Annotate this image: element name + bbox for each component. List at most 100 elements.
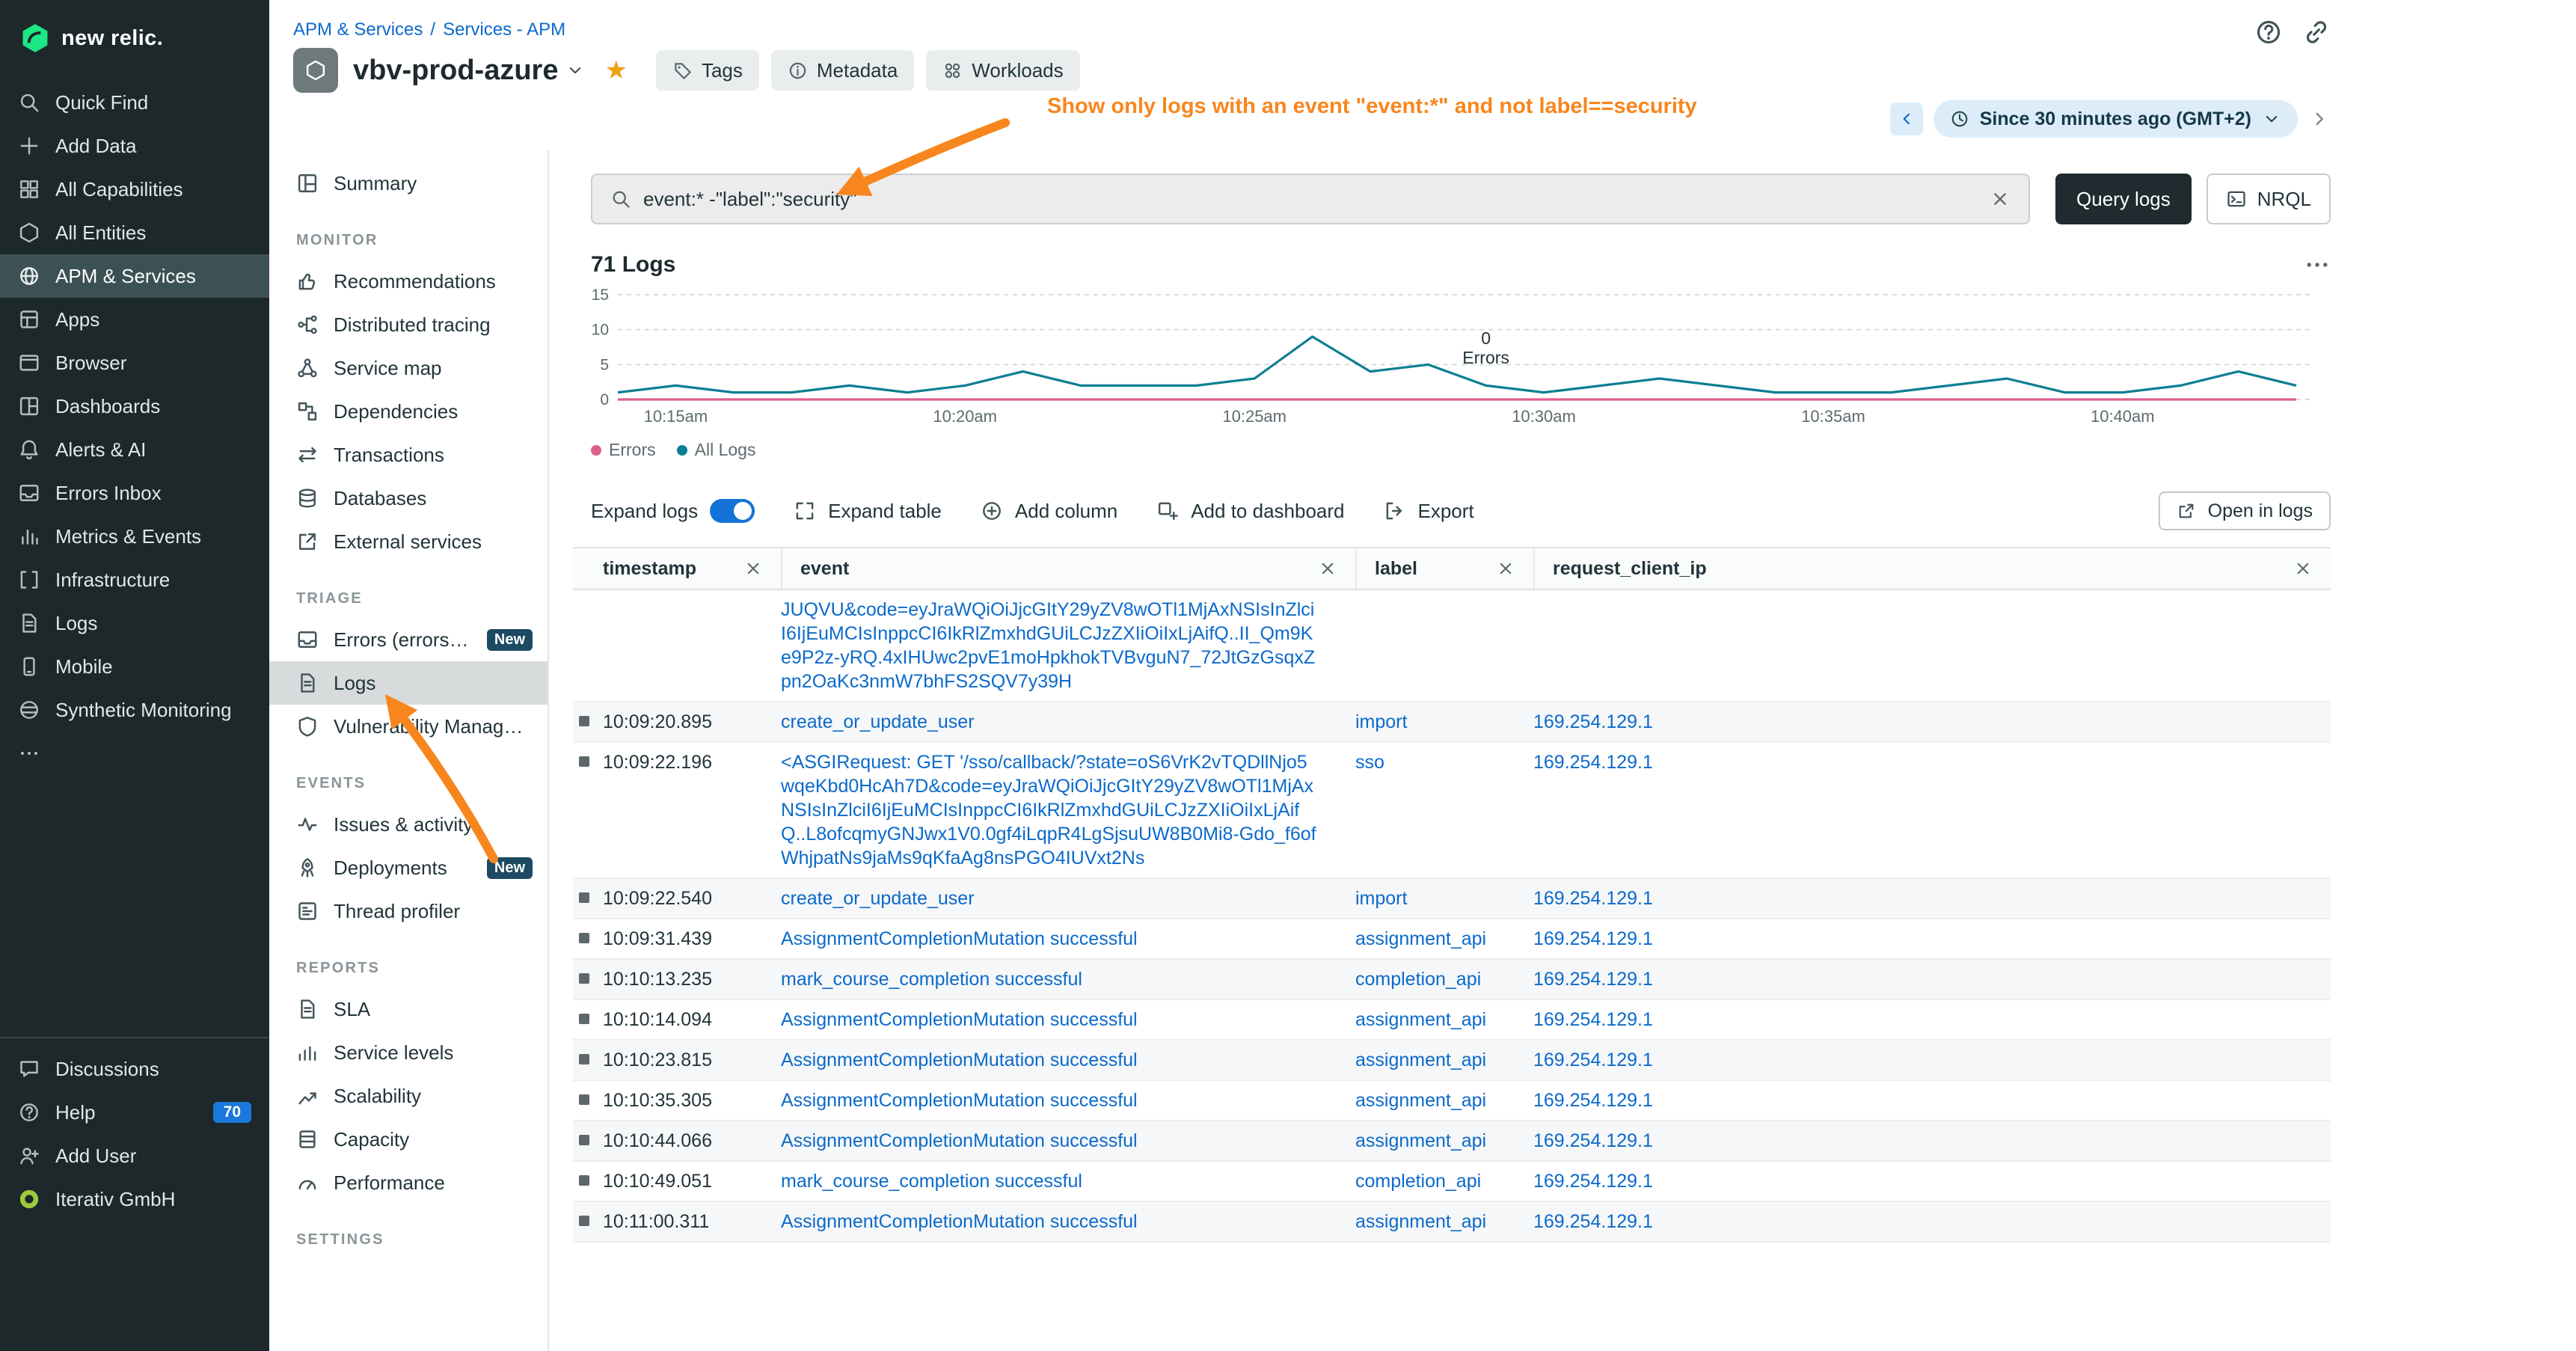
- log-ip-link[interactable]: 169.254.129.1: [1533, 1162, 2331, 1201]
- sidebar-footer-add-user[interactable]: Add User: [0, 1134, 269, 1177]
- row-select-handle[interactable]: [579, 1135, 589, 1145]
- log-label-link[interactable]: import: [1355, 879, 1533, 918]
- permalink-icon[interactable]: [2302, 18, 2331, 46]
- subnav-item-vulnerability-management[interactable]: Vulnerability Management: [269, 705, 548, 748]
- subnav-item-issues-activity[interactable]: Issues & activity: [269, 803, 548, 846]
- log-ip-link[interactable]: 169.254.129.1: [1533, 1000, 2331, 1039]
- row-select-handle[interactable]: [579, 1094, 589, 1105]
- sidebar-item-errors-inbox[interactable]: Errors Inbox: [0, 471, 269, 515]
- log-row-7[interactable]: 10:10:23.815AssignmentCompletionMutation…: [573, 1041, 2331, 1081]
- expand-table-button[interactable]: Expand table: [794, 500, 942, 523]
- sidebar-item-quick-find[interactable]: Quick Find: [0, 81, 269, 124]
- subnav-item-distributed-tracing[interactable]: Distributed tracing: [269, 303, 548, 346]
- log-row-2[interactable]: 10:09:22.196<ASGIRequest: GET '/sso/call…: [573, 743, 2331, 879]
- log-event-link[interactable]: AssignmentCompletionMutation successful: [781, 1041, 1355, 1079]
- log-ip-link[interactable]: 169.254.129.1: [1533, 702, 2331, 741]
- query-logs-button[interactable]: Query logs: [2055, 174, 2192, 224]
- sidebar-item-all-capabilities[interactable]: All Capabilities: [0, 168, 269, 211]
- sidebar-footer-help[interactable]: Help70: [0, 1091, 269, 1134]
- sidebar-item-browser[interactable]: Browser: [0, 341, 269, 385]
- entity-switcher-caret-icon[interactable]: [565, 61, 585, 80]
- tags-button[interactable]: Tags: [656, 50, 759, 91]
- log-label-link[interactable]: assignment_api: [1355, 1121, 1533, 1160]
- remove-column-request-client-ip-icon[interactable]: [2293, 559, 2313, 578]
- row-select-handle[interactable]: [579, 756, 589, 767]
- log-label-link[interactable]: completion_api: [1355, 1162, 1533, 1201]
- log-event-link[interactable]: AssignmentCompletionMutation successful: [781, 1202, 1355, 1241]
- sidebar-item-metrics-events[interactable]: Metrics & Events: [0, 515, 269, 558]
- remove-column-timestamp-icon[interactable]: [743, 559, 763, 578]
- sidebar-item-logs[interactable]: Logs: [0, 601, 269, 645]
- log-ip-link[interactable]: 169.254.129.1: [1533, 1121, 2331, 1160]
- sidebar-item-all-entities[interactable]: All Entities: [0, 211, 269, 254]
- breadcrumb-services-apm[interactable]: Services - APM: [443, 19, 565, 40]
- favorite-star-icon[interactable]: ★: [604, 58, 627, 83]
- subnav-item-deployments[interactable]: DeploymentsNew: [269, 846, 548, 889]
- log-ip-link[interactable]: 169.254.129.1: [1533, 879, 2331, 918]
- subnav-item-databases[interactable]: Databases: [269, 477, 548, 520]
- row-select-handle[interactable]: [579, 973, 589, 984]
- logs-query-input[interactable]: [643, 188, 1978, 211]
- add-column-button[interactable]: Add column: [981, 500, 1117, 523]
- subnav-item-recommendations[interactable]: Recommendations: [269, 260, 548, 303]
- subnav-item-service-map[interactable]: Service map: [269, 346, 548, 390]
- subnav-item-scalability[interactable]: Scalability: [269, 1074, 548, 1118]
- open-in-logs-button[interactable]: Open in logs: [2159, 491, 2331, 530]
- log-label-link[interactable]: completion_api: [1355, 960, 1533, 999]
- log-label-link[interactable]: assignment_api: [1355, 1000, 1533, 1039]
- add-to-dashboard-button[interactable]: Add to dashboard: [1156, 500, 1344, 523]
- sidebar-item-apm-services[interactable]: APM & Services: [0, 254, 269, 298]
- sidebar-item-infrastructure[interactable]: Infrastructure: [0, 558, 269, 601]
- row-select-handle[interactable]: [579, 716, 589, 726]
- log-ip-link[interactable]: 169.254.129.1: [1533, 1202, 2331, 1241]
- log-row-0[interactable]: JUQVU&code=eyJraWQiOiJjcGItY29yZV8wOTl1M…: [573, 590, 2331, 702]
- row-select-handle[interactable]: [579, 1175, 589, 1186]
- subnav-item-performance[interactable]: Performance: [269, 1161, 548, 1204]
- log-row-5[interactable]: 10:10:13.235mark_course_completion succe…: [573, 960, 2331, 1000]
- subnav-item-summary[interactable]: Summary: [269, 162, 548, 205]
- legend-all-logs[interactable]: All Logs: [677, 440, 756, 460]
- row-select-handle[interactable]: [579, 1216, 589, 1226]
- chevron-right-icon[interactable]: [2308, 108, 2331, 130]
- log-event-link[interactable]: mark_course_completion successful: [781, 1162, 1355, 1201]
- sidebar-item-synthetic-monitoring[interactable]: Synthetic Monitoring: [0, 688, 269, 732]
- log-row-6[interactable]: 10:10:14.094AssignmentCompletionMutation…: [573, 1000, 2331, 1041]
- export-button[interactable]: Export: [1384, 500, 1474, 523]
- subnav-item-errors-errors-inb[interactable]: Errors (errors inb...New: [269, 618, 548, 661]
- subnav-item-external-services[interactable]: External services: [269, 520, 548, 563]
- log-event-link[interactable]: mark_course_completion successful: [781, 960, 1355, 999]
- row-select-handle[interactable]: [579, 1014, 589, 1024]
- log-event-link[interactable]: <ASGIRequest: GET '/sso/callback/?state=…: [781, 743, 1355, 877]
- log-event-link[interactable]: create_or_update_user: [781, 702, 1355, 741]
- remove-column-label-icon[interactable]: [1496, 559, 1515, 578]
- row-select-handle[interactable]: [579, 933, 589, 943]
- sidebar-item-dashboards[interactable]: Dashboards: [0, 385, 269, 428]
- log-row-9[interactable]: 10:10:44.066AssignmentCompletionMutation…: [573, 1121, 2331, 1162]
- breadcrumb-apm-services[interactable]: APM & Services: [293, 19, 423, 40]
- expand-logs-toggle[interactable]: Expand logs: [591, 499, 755, 523]
- subnav-item-dependencies[interactable]: Dependencies: [269, 390, 548, 433]
- clear-search-icon[interactable]: [1990, 189, 2011, 209]
- log-row-10[interactable]: 10:10:49.051mark_course_completion succe…: [573, 1162, 2331, 1202]
- log-event-link[interactable]: JUQVU&code=eyJraWQiOiJjcGItY29yZV8wOTl1M…: [781, 590, 1355, 701]
- subnav-item-capacity[interactable]: Capacity: [269, 1118, 548, 1161]
- sidebar-footer-discussions[interactable]: Discussions: [0, 1047, 269, 1091]
- sidebar-item-alerts-ai[interactable]: Alerts & AI: [0, 428, 269, 471]
- subnav-item-logs[interactable]: Logs: [269, 661, 548, 705]
- log-event-link[interactable]: AssignmentCompletionMutation successful: [781, 919, 1355, 958]
- log-label-link[interactable]: assignment_api: [1355, 919, 1533, 958]
- log-event-link[interactable]: AssignmentCompletionMutation successful: [781, 1081, 1355, 1120]
- log-label-link[interactable]: assignment_api: [1355, 1202, 1533, 1241]
- log-label-link[interactable]: assignment_api: [1355, 1081, 1533, 1120]
- log-label-link[interactable]: assignment_api: [1355, 1041, 1533, 1079]
- brand[interactable]: new relic.: [0, 0, 269, 81]
- time-picker[interactable]: Since 30 minutes ago (GMT+2): [1933, 100, 2298, 138]
- subnav-item-sla[interactable]: SLA: [269, 987, 548, 1031]
- log-event-link[interactable]: create_or_update_user: [781, 879, 1355, 918]
- log-ip-link[interactable]: 169.254.129.1: [1533, 1081, 2331, 1120]
- toggle-on-icon[interactable]: [710, 499, 755, 523]
- log-event-link[interactable]: AssignmentCompletionMutation successful: [781, 1121, 1355, 1160]
- log-ip-link[interactable]: 169.254.129.1: [1533, 960, 2331, 999]
- row-select-handle[interactable]: [579, 1054, 589, 1064]
- row-select-handle[interactable]: [579, 892, 589, 903]
